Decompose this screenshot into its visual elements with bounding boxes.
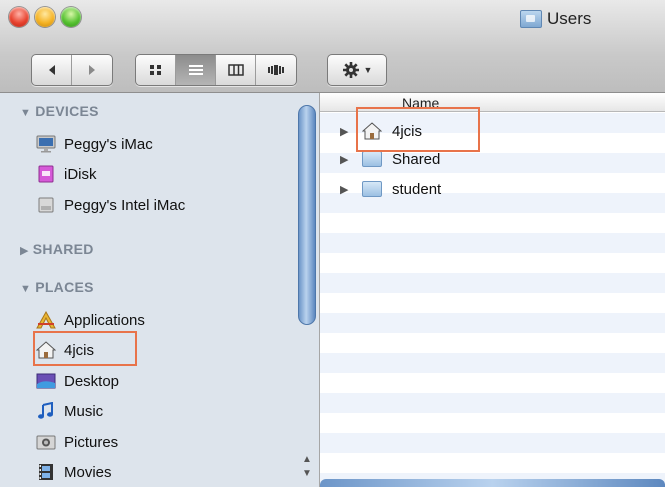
- minimize-button[interactable]: [35, 7, 55, 27]
- finder-window: Users ▼ ▼ DEVICES Peggy's iMac iDisk Peg…: [0, 0, 665, 487]
- back-button[interactable]: [32, 55, 72, 85]
- sidebar-item-music[interactable]: Music: [36, 400, 103, 422]
- sidebar-item-peggys-imac[interactable]: Peggy's iMac: [36, 133, 153, 155]
- scroll-up-icon: ▲: [302, 454, 312, 465]
- list-row-shared[interactable]: ▶ Shared: [340, 148, 440, 170]
- sidebar-item-label: 4jcis: [64, 341, 95, 359]
- back-arrow-icon: [48, 65, 55, 75]
- name-column-header[interactable]: Name: [320, 93, 665, 112]
- icon-view-icon: [149, 65, 161, 75]
- sidebar-scroll-arrows[interactable]: ▲ ▼: [298, 449, 316, 485]
- folder-icon: [362, 151, 382, 167]
- sidebar-item-label: Music: [64, 402, 104, 420]
- gear-icon: [342, 62, 359, 78]
- disclosure-closed-icon[interactable]: ▶: [340, 183, 352, 196]
- forward-arrow-icon: [89, 65, 95, 75]
- sidebar-item-label: Applications: [64, 311, 145, 329]
- sidebar-item-pictures[interactable]: Pictures: [36, 431, 118, 453]
- disclosure-open-icon: ▼: [20, 107, 32, 119]
- sidebar-item-home[interactable]: 4jcis: [36, 339, 94, 361]
- sidebar-item-label: iDisk: [64, 165, 97, 183]
- navigation-buttons: [31, 54, 113, 86]
- home-icon: [36, 341, 56, 359]
- section-label: PLACES: [35, 279, 94, 295]
- list-item-label: Shared: [392, 150, 441, 168]
- toolbar: Users ▼: [0, 0, 665, 93]
- list-row-student[interactable]: ▶ student: [340, 178, 441, 200]
- sidebar-item-peggys-intel-imac[interactable]: Peggy's Intel iMac: [36, 194, 185, 216]
- horizontal-scrollbar[interactable]: [320, 479, 665, 487]
- action-menu: ▼: [327, 54, 387, 86]
- view-buttons: [135, 54, 297, 86]
- zoom-button[interactable]: [61, 7, 81, 27]
- list-view-icon: [188, 65, 203, 75]
- list-view-button[interactable]: [176, 55, 216, 85]
- column-view-icon: [227, 64, 244, 76]
- sidebar-item-desktop[interactable]: Desktop: [36, 370, 119, 392]
- list-item-label: student: [392, 180, 442, 198]
- disclosure-open-icon: ▼: [20, 283, 32, 295]
- sidebar-item-label: Movies: [64, 463, 112, 481]
- sidebar-item-label: Peggy's Intel iMac: [64, 196, 186, 214]
- sidebar-item-label: Pictures: [64, 433, 119, 451]
- list-row-4jcis[interactable]: ▶ 4jcis: [340, 120, 422, 142]
- file-list: Name ▶ 4jcis ▶ Shared ▶ student: [320, 93, 665, 487]
- sidebar: ▼ DEVICES Peggy's iMac iDisk Peggy's Inte…: [0, 93, 320, 487]
- imac-icon: [36, 135, 56, 153]
- home-icon: [362, 122, 382, 140]
- forward-button[interactable]: [72, 55, 112, 85]
- icon-view-button[interactable]: [136, 55, 176, 85]
- sidebar-item-idisk[interactable]: iDisk: [36, 163, 97, 185]
- column-view-button[interactable]: [216, 55, 256, 85]
- action-menu-button[interactable]: ▼: [328, 55, 386, 85]
- folder-icon: [362, 181, 382, 197]
- disclosure-closed-icon[interactable]: ▶: [340, 125, 352, 138]
- desktop-icon: [36, 372, 56, 390]
- sidebar-section-devices[interactable]: ▼ DEVICES: [20, 103, 99, 119]
- column-header-label: Name: [402, 95, 440, 111]
- pictures-icon: [36, 433, 56, 451]
- sidebar-item-applications[interactable]: Applications: [36, 309, 145, 331]
- section-label: SHARED: [32, 241, 94, 257]
- sidebar-scrollbar[interactable]: [298, 105, 316, 325]
- sidebar-item-label: Peggy's iMac: [64, 135, 153, 153]
- disclosure-closed-icon: ▶: [20, 245, 29, 257]
- window-title: Users: [520, 8, 591, 30]
- drive-icon: [36, 196, 56, 214]
- coverflow-view-icon: [268, 65, 284, 75]
- chevron-down-icon: ▼: [363, 65, 373, 75]
- coverflow-view-button[interactable]: [256, 55, 296, 85]
- disclosure-closed-icon[interactable]: ▶: [340, 153, 352, 166]
- applications-icon: [36, 311, 56, 329]
- scroll-down-icon: ▼: [302, 468, 312, 479]
- list-item-label: 4jcis: [392, 122, 423, 140]
- movies-icon: [36, 463, 56, 481]
- sidebar-item-movies[interactable]: Movies: [36, 461, 112, 483]
- sidebar-item-label: Desktop: [64, 372, 120, 390]
- music-icon: [36, 402, 56, 420]
- sidebar-section-shared[interactable]: ▶ SHARED: [20, 241, 94, 257]
- users-folder-icon: [520, 10, 542, 28]
- idisk-icon: [36, 165, 56, 183]
- close-button[interactable]: [9, 7, 29, 27]
- section-label: DEVICES: [35, 103, 99, 119]
- sidebar-section-places[interactable]: ▼ PLACES: [20, 279, 94, 295]
- window-title-text: Users: [547, 9, 592, 28]
